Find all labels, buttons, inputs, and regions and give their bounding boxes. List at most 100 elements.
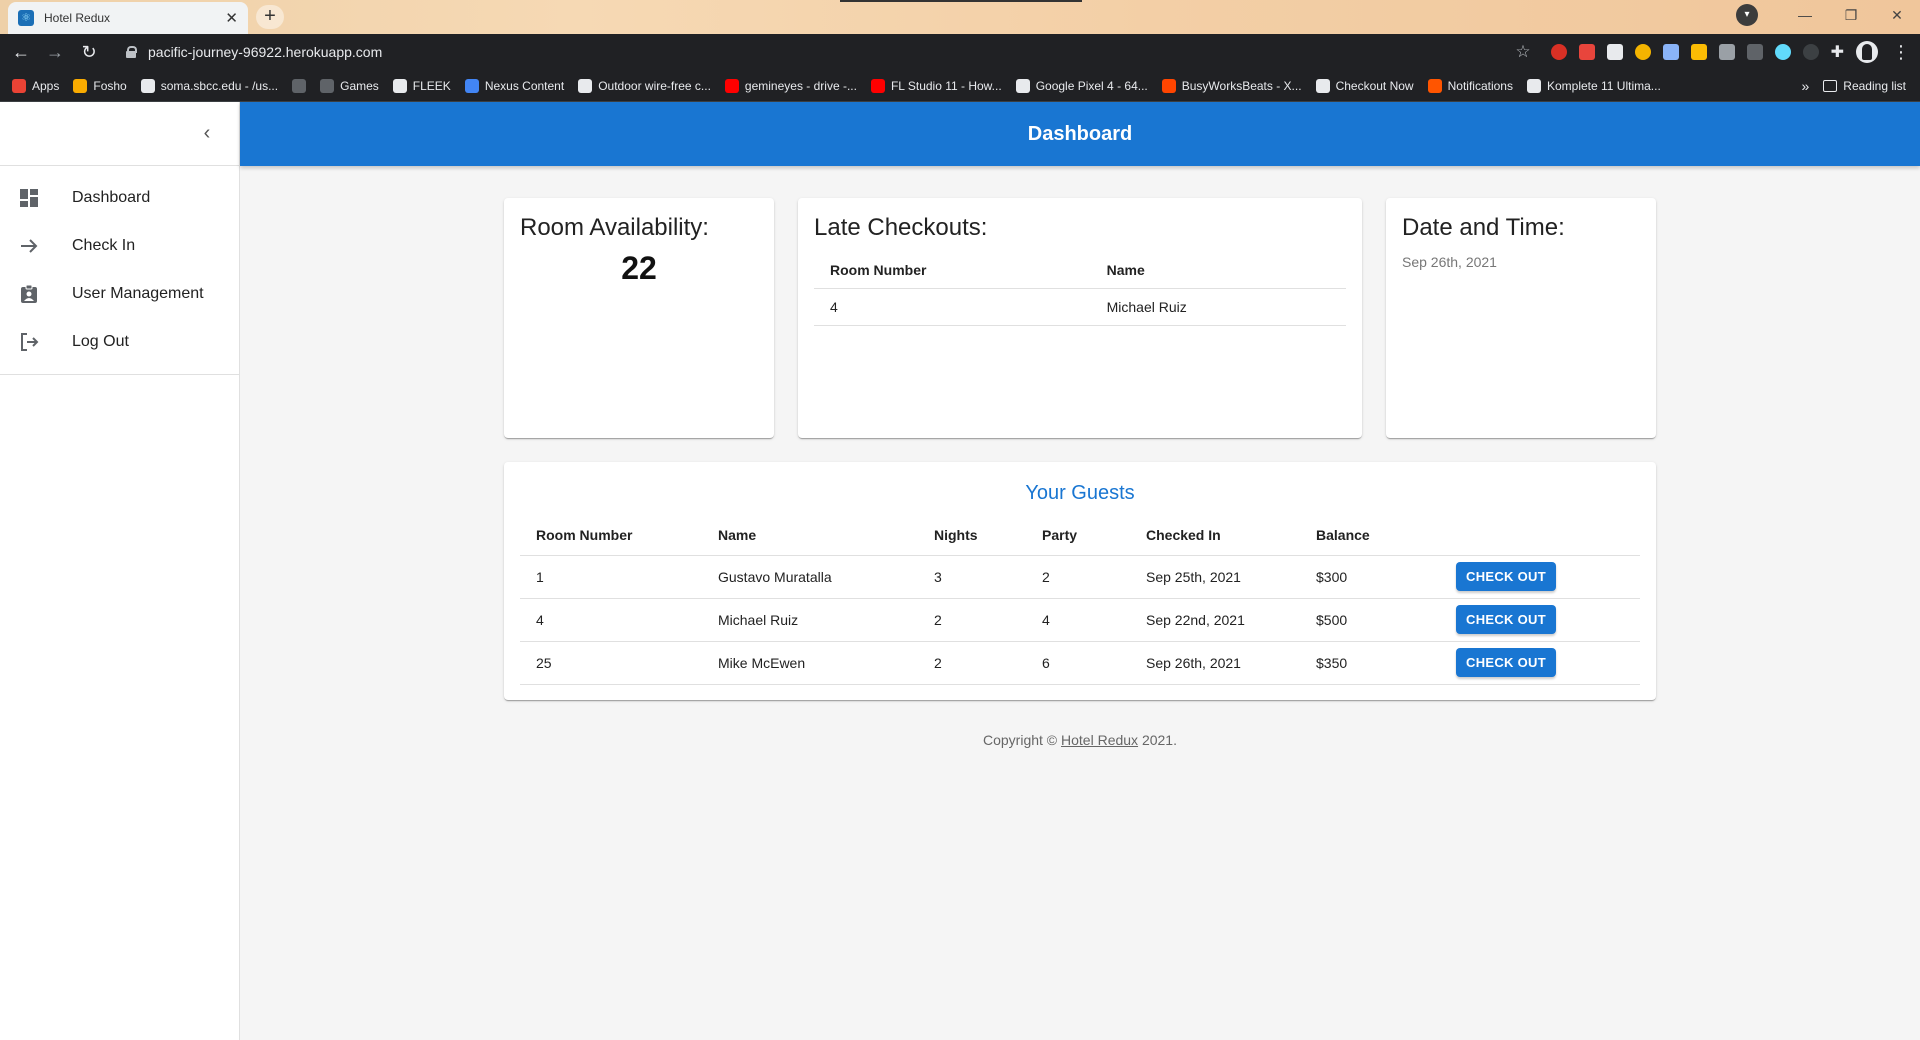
table-header-row: Room Number Name Nights Party Checked In… [520, 515, 1640, 556]
restore-button[interactable]: ❐ [1828, 7, 1874, 24]
minimize-button[interactable]: — [1782, 7, 1828, 23]
check-out-button[interactable]: CHECK OUT [1456, 562, 1556, 591]
footer-link[interactable]: Hotel Redux [1061, 732, 1138, 748]
bookmarks-overflow-icon[interactable]: » [1802, 78, 1810, 94]
address-bar[interactable]: pacific-journey-96922.herokuapp.com [148, 44, 1515, 60]
bookmark-item[interactable]: gemineyes - drive -... [724, 78, 857, 93]
tab-search-icon[interactable]: ▾ [1736, 4, 1758, 26]
bookmark-favicon-icon [12, 78, 26, 93]
bookmark-favicon-icon [320, 78, 335, 93]
bookmark-item[interactable]: Apps [12, 78, 59, 93]
extension-braces-icon[interactable] [1746, 44, 1763, 60]
bookmark-label: soma.sbcc.edu - /us... [160, 78, 279, 93]
bookmark-item[interactable]: soma.sbcc.edu - /us... [140, 78, 279, 93]
forward-icon[interactable]: → [42, 42, 68, 63]
bookmark-label: Outdoor wire-free c... [598, 78, 711, 93]
room-number-cell: 25 [520, 641, 702, 685]
browser-toolbar: ← → ↻ pacific-journey-96922.herokuapp.co… [0, 34, 1920, 70]
extension-a-icon[interactable] [1802, 44, 1819, 60]
bookmark-favicon-icon [1526, 78, 1541, 93]
sidebar-item-dashboard[interactable]: Dashboard [0, 174, 239, 222]
extension-p-icon[interactable] [1606, 44, 1623, 60]
browser-tab[interactable]: ⚛ Hotel Redux ✕ [8, 2, 248, 34]
bookmark-favicon-icon [1315, 78, 1330, 93]
party-cell: 2 [1026, 555, 1130, 599]
late-checkouts-title: Late Checkouts: [814, 214, 988, 241]
column-header: Checked In [1130, 515, 1300, 556]
new-tab-button[interactable]: + [256, 5, 284, 29]
bookmark-label: Games [340, 78, 379, 93]
footer-year: 2021. [1138, 732, 1177, 748]
reading-list-button[interactable]: Reading list [1823, 79, 1906, 93]
browser-menu-icon[interactable]: ⋮ [1892, 42, 1910, 63]
extensions-puzzle-icon[interactable]: ✚ [1831, 42, 1844, 62]
bookmark-star-icon[interactable]: ☆ [1515, 42, 1530, 62]
bookmark-item[interactable]: FL Studio 11 - How... [870, 78, 1002, 93]
reload-icon[interactable]: ↻ [76, 42, 102, 63]
balance-cell: $350 [1300, 641, 1440, 685]
current-date: Sep 26th, 2021 [1402, 254, 1497, 270]
sidebar-item-label: Log Out [72, 333, 129, 350]
bookmark-label: Nexus Content [484, 78, 565, 93]
table-row: 1 Gustavo Muratalla 3 2 Sep 25th, 2021 $… [520, 555, 1640, 599]
bookmark-item[interactable]: Outdoor wire-free c... [578, 78, 711, 93]
check-out-button[interactable]: CHECK OUT [1456, 648, 1556, 677]
guests-title: Your Guests [1025, 482, 1135, 504]
column-header [1440, 515, 1640, 556]
tab-title: Hotel Redux [44, 11, 111, 25]
balance-cell: $500 [1300, 598, 1440, 642]
bookmark-item[interactable]: Checkout Now [1315, 78, 1414, 93]
extension-glasses-icon[interactable] [1718, 44, 1735, 60]
bulb-extension-icon[interactable] [1634, 44, 1651, 60]
column-header: Name [702, 515, 918, 556]
bookmark-label: Fosho [93, 78, 127, 93]
nights-cell: 2 [918, 598, 1026, 642]
reading-list-icon [1823, 79, 1838, 92]
table-row: 25 Mike McEwen 2 6 Sep 26th, 2021 $350 C… [520, 641, 1640, 685]
bookmark-favicon-icon [1161, 78, 1176, 93]
lock-icon[interactable] [126, 46, 137, 58]
bookmark-favicon-icon [73, 78, 88, 93]
profile-avatar-icon[interactable] [1856, 41, 1878, 63]
sidebar-item-user-management[interactable]: User Management [0, 270, 239, 318]
bookmark-item[interactable]: Google Pixel 4 - 64... [1015, 78, 1148, 93]
nights-cell: 2 [918, 641, 1026, 685]
sidebar: ‹ Dashboard Check In User Management Log… [0, 102, 240, 1040]
extension-yellow-icon[interactable] [1690, 44, 1707, 60]
check-out-button[interactable]: CHECK OUT [1456, 605, 1556, 634]
react-devtools-icon[interactable] [1774, 44, 1791, 60]
bookmark-item[interactable] [292, 78, 307, 93]
tab-close-icon[interactable]: ✕ [225, 9, 238, 27]
guest-name-cell: Gustavo Muratalla [702, 555, 918, 599]
balance-cell: $300 [1300, 555, 1440, 599]
bookmark-item[interactable]: Nexus Content [464, 78, 565, 93]
room-availability-count: 22 [621, 250, 657, 286]
chevron-left-icon[interactable]: ‹ [195, 122, 219, 146]
room-availability-card: Room Availability: 22 [504, 198, 774, 438]
bookmark-item[interactable]: Fosho [73, 78, 127, 93]
bookmark-item[interactable]: Komplete 11 Ultima... [1526, 78, 1661, 93]
bookmark-favicon-icon [870, 78, 885, 93]
bookmark-label: FL Studio 11 - How... [890, 78, 1002, 93]
checked-in-cell: Sep 25th, 2021 [1130, 555, 1300, 599]
guests-card: Your Guests Room Number Name Nights Part… [504, 462, 1656, 700]
logout-icon [18, 331, 40, 353]
footer-copyright: Copyright © [983, 732, 1062, 748]
guest-name-cell: Michael Ruiz [702, 598, 918, 642]
extension-badge-icon[interactable] [1662, 44, 1679, 60]
sidebar-header: ‹ [0, 102, 239, 166]
party-cell: 6 [1026, 641, 1130, 685]
extension-icon[interactable] [1550, 44, 1567, 60]
bookmark-item[interactable]: BusyWorksBeats - X... [1161, 78, 1302, 93]
adblock-icon[interactable] [1578, 44, 1595, 60]
back-icon[interactable]: ← [8, 42, 34, 63]
action-cell: CHECK OUT [1440, 641, 1640, 685]
bookmark-item[interactable]: Games [320, 78, 379, 93]
bookmark-item[interactable]: FLEEK [392, 78, 451, 93]
sidebar-item-label: User Management [72, 285, 204, 302]
guests-table: Room Number Name Nights Party Checked In… [520, 515, 1640, 685]
sidebar-item-log-out[interactable]: Log Out [0, 318, 239, 366]
close-window-button[interactable]: ✕ [1874, 7, 1920, 24]
sidebar-item-check-in[interactable]: Check In [0, 222, 239, 270]
bookmark-item[interactable]: Notifications [1427, 78, 1513, 93]
